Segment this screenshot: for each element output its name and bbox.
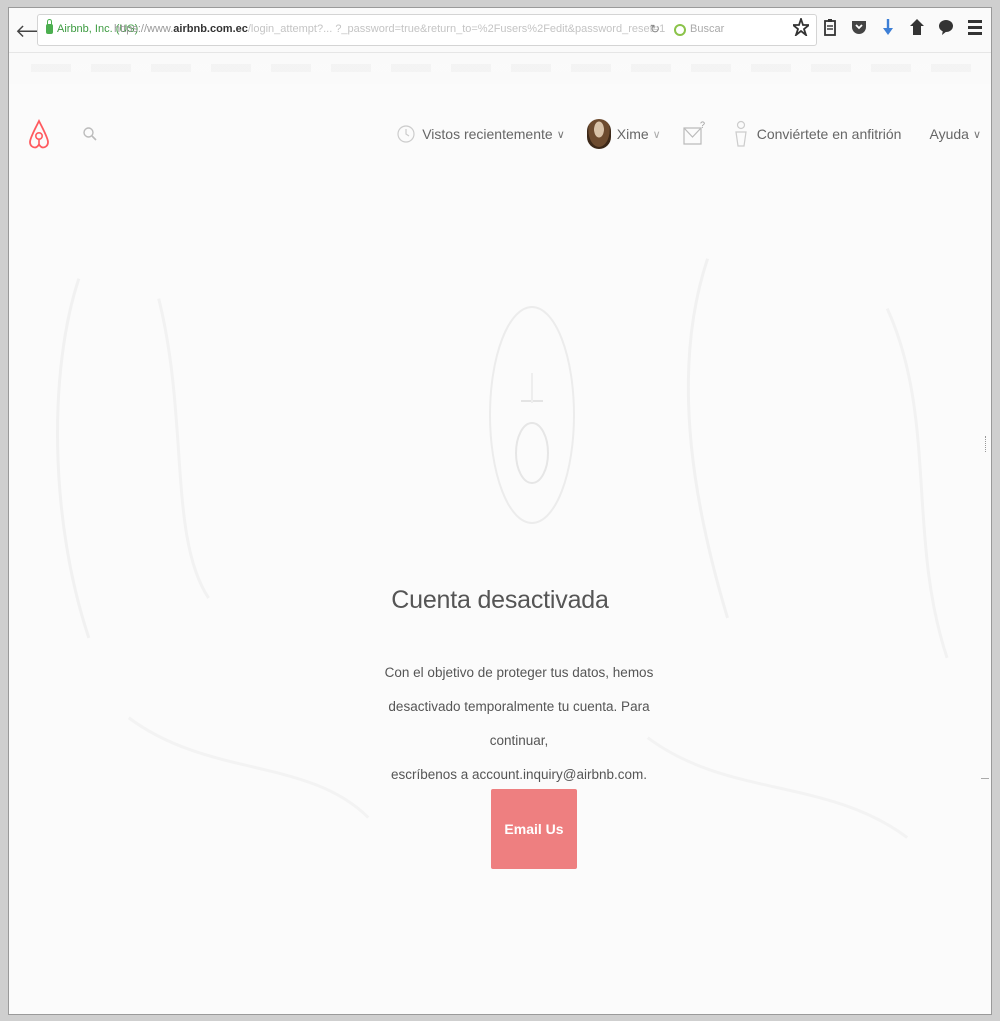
avatar [586,119,611,149]
nav-recently-viewed[interactable]: Vistos recientemente ∨ [396,124,565,144]
nav-help[interactable]: Ayuda ∨ [929,126,981,142]
url-prefix: https://www. [114,23,174,35]
scrollbar-marker[interactable] [985,436,989,452]
messages-icon[interactable]: ? [681,121,707,147]
back-arrow-icon[interactable]: 🡐 [15,22,63,40]
menu-icon[interactable] [967,17,983,37]
help-label: Ayuda [929,126,969,142]
message-line: escríbenos a account.inquiry@airbnb.com. [390,767,648,782]
address-bar[interactable]: Airbnb, Inc. (US) https://www.airbnb.com… [37,14,817,46]
clock-icon [397,125,415,143]
lock-icon [46,19,53,34]
toolbar-divider [9,52,991,53]
chevron-down-icon: ∨ [652,128,661,141]
browser-search-field[interactable]: Buscar [690,23,724,35]
home-icon[interactable] [909,17,925,37]
search-icon[interactable] [83,127,97,141]
pocket-icon[interactable] [851,17,867,37]
browser-window: 🡐 Airbnb, Inc. (US) https://www.airbnb.c… [8,7,992,1015]
browser-toolbar: 🡐 Airbnb, Inc. (US) https://www.airbnb.c… [9,8,991,84]
chat-icon[interactable] [938,17,954,37]
scrollbar-marker[interactable] [981,778,989,779]
chevron-down-icon: ∨ [556,128,565,141]
url-domain: airbnb.com.ec [173,23,248,35]
host-label: Conviértete en anfitrión [756,126,902,142]
search-engine-icon [674,24,686,36]
toolbar-icons [793,17,983,37]
email-us-button[interactable]: Email Us [491,789,577,869]
message-line: Con el objetivo de proteger tus datos, h… [384,665,654,680]
bookmarks-bar [31,64,971,72]
host-icon [735,120,747,147]
recent-label: Vistos recientemente [422,126,553,142]
airbnb-logo-icon[interactable] [27,119,51,149]
page-title: Cuenta desactivada [391,586,609,614]
message-line: desactivado temporalmente tu cuenta. Par… [388,699,650,748]
site-search-input[interactable] [105,124,249,146]
download-icon[interactable] [880,17,896,37]
lock-illustration-icon [489,306,575,524]
nav-become-host[interactable]: Conviértete en anfitrión [733,120,902,148]
svg-text:?: ? [700,121,705,130]
star-icon[interactable] [793,17,809,37]
site-header: Vistos recientemente ∨ Xime ∨ ? Conviért… [9,112,991,182]
nav-user-menu[interactable]: Xime ∨ [586,119,661,149]
chevron-down-icon: ∨ [972,128,981,141]
main-nav: Vistos recientemente ∨ Xime ∨ ? Conviért… [396,112,981,156]
url-text[interactable]: https://www.airbnb.com.ec/login_attempt?… [114,23,665,35]
clipboard-icon[interactable] [822,17,838,37]
user-name: Xime [616,126,649,142]
url-rest: /login_attempt?... ?_password=true&retur… [247,23,666,35]
reload-icon[interactable]: ↻ [650,22,660,36]
deactivation-message: Con el objetivo de proteger tus datos, h… [369,656,669,792]
